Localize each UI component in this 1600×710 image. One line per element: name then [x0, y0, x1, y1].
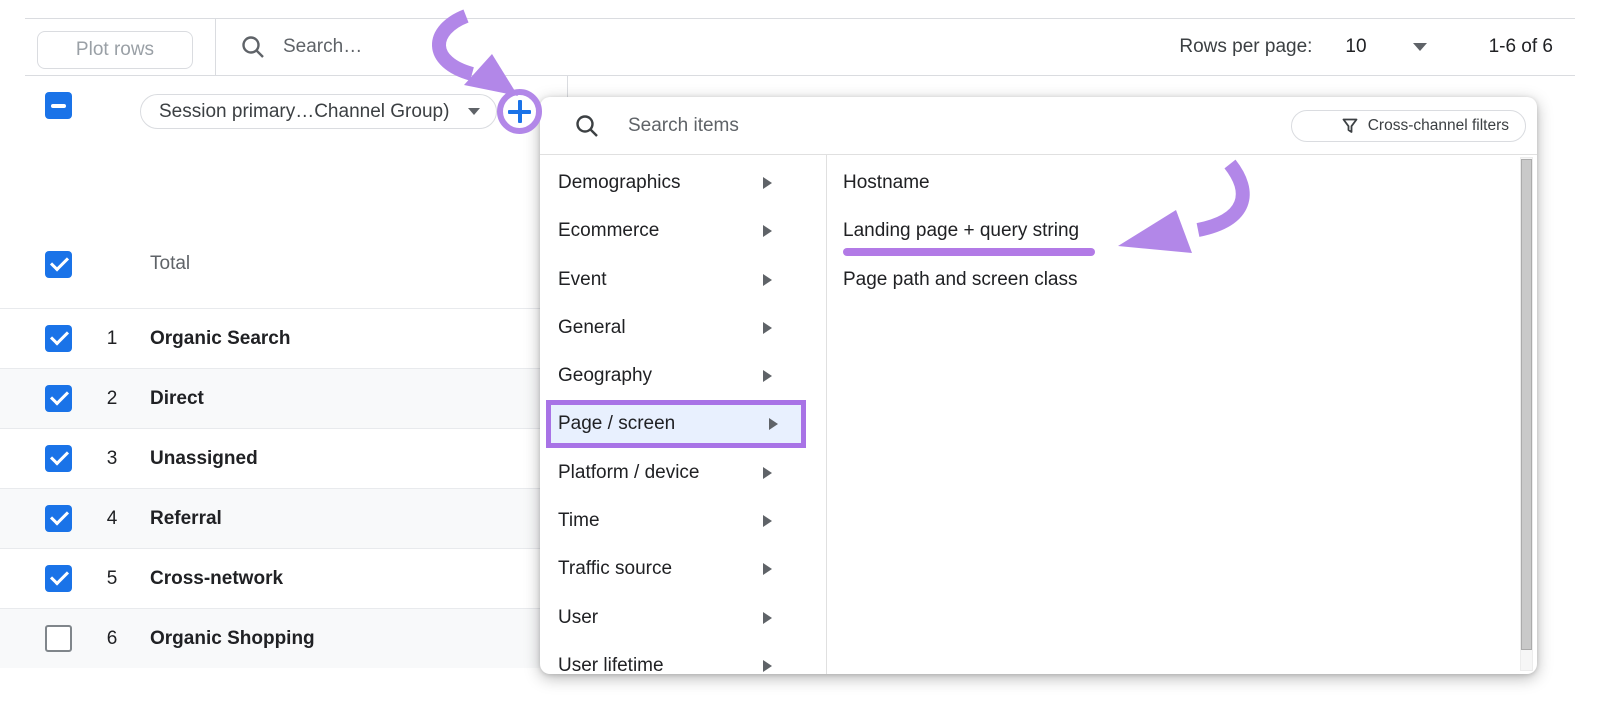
- row-checkbox[interactable]: [45, 625, 72, 652]
- category-label: Page / screen: [558, 413, 676, 435]
- dimension-submenu: Hostname Landing page + query string Pag…: [827, 155, 1537, 674]
- dimension-picker-panel: Search items Cross-channel filters Demog…: [540, 97, 1537, 674]
- dimension-item-label: Landing page + query string: [843, 220, 1080, 242]
- submenu-caret-icon: [763, 563, 772, 576]
- category-label: Geography: [558, 365, 653, 387]
- submenu-caret-icon: [763, 466, 772, 479]
- picker-search-input[interactable]: Search items: [628, 115, 739, 137]
- dimension-category-item[interactable]: User: [540, 593, 826, 641]
- row-checkbox[interactable]: [45, 325, 72, 352]
- dimension-category-item[interactable]: General: [540, 304, 826, 352]
- toolbar-bottom-border: [25, 75, 1575, 76]
- analytics-report-page: Plot rows Search… Rows per page: 10 1-6 …: [0, 0, 1600, 710]
- picker-search-bar[interactable]: Search items Cross-channel filters: [540, 97, 1537, 155]
- row-channel-label: Organic Shopping: [150, 627, 315, 649]
- dimension-item-label: Page path and screen class: [843, 268, 1078, 290]
- primary-dimension-dropdown[interactable]: Session primary…Channel Group): [140, 94, 497, 129]
- row-index: 3: [106, 447, 118, 469]
- dimension-category-item[interactable]: Ecommerce: [540, 207, 826, 255]
- table-rows: 1 Organic Search 2 Direct 3 Unassigned 4…: [0, 308, 540, 668]
- dimension-category-menu: Demographics Ecommerce Event General Geo…: [540, 155, 827, 674]
- table-row[interactable]: 6 Organic Shopping: [0, 608, 540, 668]
- category-label: Ecommerce: [558, 220, 660, 242]
- category-label: General: [558, 317, 626, 339]
- search-input[interactable]: Search…: [283, 36, 362, 58]
- row-channel-label: Unassigned: [150, 447, 258, 469]
- row-channel-label: Organic Search: [150, 327, 291, 349]
- submenu-caret-icon: [763, 370, 772, 383]
- primary-dimension-label: Session primary…Channel Group): [159, 100, 450, 122]
- row-checkbox[interactable]: [45, 565, 72, 592]
- search-icon: [576, 114, 598, 137]
- dimension-category-item[interactable]: Demographics: [540, 159, 826, 207]
- dimension-category-item[interactable]: Event: [540, 256, 826, 304]
- table-total-row: Total: [0, 247, 540, 281]
- dimension-item[interactable]: Hostname: [827, 159, 1537, 207]
- arrow-to-add-dimension: [432, 9, 518, 96]
- category-label: Demographics: [558, 172, 681, 194]
- dimension-item[interactable]: Page path and screen class: [827, 256, 1537, 304]
- dimension-category-item[interactable]: Page / screen: [546, 400, 806, 449]
- total-row-label: Total: [150, 253, 191, 274]
- row-index: 2: [106, 387, 118, 409]
- submenu-caret-icon: [763, 659, 772, 672]
- submenu-caret-icon: [763, 611, 772, 624]
- filter-funnel-icon: [1342, 118, 1358, 133]
- category-label: User lifetime: [558, 654, 664, 674]
- dimension-caret-icon: [468, 108, 480, 115]
- dimension-category-item[interactable]: Platform / device: [540, 448, 826, 496]
- dimension-category-item[interactable]: Geography: [540, 352, 826, 400]
- table-search[interactable]: Search…: [240, 19, 362, 75]
- submenu-caret-icon: [763, 273, 772, 286]
- category-label: Time: [558, 509, 600, 531]
- table-row[interactable]: 5 Cross-network: [0, 548, 540, 608]
- category-label: User: [558, 606, 599, 628]
- submenu-caret-icon: [763, 514, 772, 527]
- submenu-caret-icon: [763, 322, 772, 335]
- row-channel-label: Direct: [150, 387, 204, 409]
- submenu-caret-icon: [763, 225, 772, 238]
- cross-channel-filters-button[interactable]: Cross-channel filters: [1290, 110, 1526, 142]
- total-row-checkbox[interactable]: [45, 250, 72, 278]
- table-column-divider: [567, 76, 568, 97]
- rows-per-page-value[interactable]: 10: [1345, 36, 1366, 58]
- row-channel-label: Cross-network: [150, 567, 284, 589]
- dimension-item[interactable]: Landing page + query string: [827, 207, 1537, 257]
- add-dimension-button[interactable]: [497, 89, 542, 134]
- category-label: Platform / device: [558, 461, 700, 483]
- table-row[interactable]: 2 Direct: [0, 368, 540, 428]
- select-all-checkbox[interactable]: [45, 92, 72, 119]
- cross-channel-filters-label: Cross-channel filters: [1367, 117, 1509, 134]
- row-checkbox[interactable]: [45, 385, 72, 412]
- row-index: 4: [106, 507, 118, 529]
- plus-icon: [517, 100, 522, 123]
- pagination-controls: Rows per page: 10 1-6 of 6: [1179, 19, 1553, 75]
- submenu-caret-icon: [763, 177, 772, 190]
- rows-per-page-caret-icon[interactable]: [1412, 43, 1427, 51]
- dimension-category-item[interactable]: Traffic source: [540, 545, 826, 593]
- rows-per-page-label: Rows per page:: [1179, 36, 1313, 57]
- table-row[interactable]: 3 Unassigned: [0, 428, 540, 488]
- row-index: 5: [106, 567, 118, 589]
- submenu-caret-icon: [769, 418, 778, 431]
- dimension-category-item[interactable]: Time: [540, 497, 826, 545]
- category-label: Event: [558, 268, 607, 290]
- toolbar-divider: [215, 19, 216, 75]
- dimension-item-label: Hostname: [843, 172, 930, 194]
- row-index: 1: [106, 327, 118, 349]
- category-label: Traffic source: [558, 558, 673, 580]
- picker-body: Demographics Ecommerce Event General Geo…: [540, 155, 1537, 674]
- row-index: 6: [106, 627, 118, 649]
- row-checkbox[interactable]: [45, 445, 72, 472]
- dimension-category-item[interactable]: User lifetime: [540, 642, 826, 674]
- row-channel-label: Referral: [150, 507, 222, 529]
- table-row[interactable]: 4 Referral: [0, 488, 540, 548]
- row-checkbox[interactable]: [45, 505, 72, 532]
- page-range-label: 1-6 of 6: [1488, 36, 1553, 57]
- plot-rows-button[interactable]: Plot rows: [37, 31, 193, 69]
- table-row[interactable]: 1 Organic Search: [0, 308, 540, 368]
- search-icon: [242, 36, 264, 58]
